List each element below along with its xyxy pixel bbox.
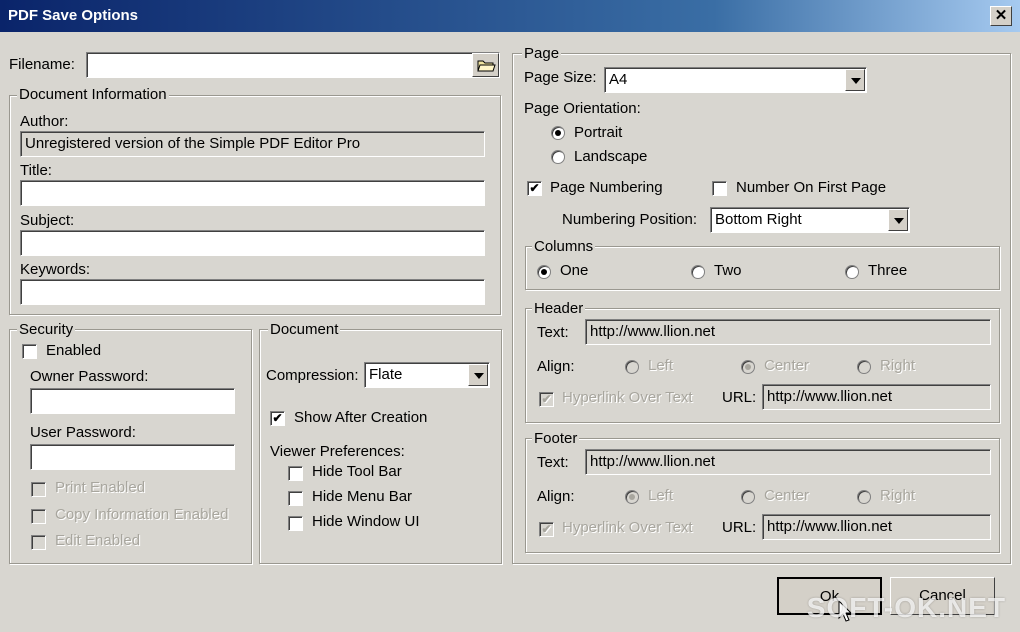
title-bar — [0, 0, 1020, 32]
numbering-position-select[interactable]: Bottom Right — [710, 207, 910, 233]
header-url-input[interactable]: http://www.llion.net — [762, 384, 991, 410]
author-label: Author: — [20, 113, 69, 130]
page-legend: Page — [522, 45, 562, 62]
folder-icon — [476, 60, 496, 72]
print-enabled-label: Print Enabled — [55, 479, 146, 496]
compression-label: Compression: — [266, 367, 359, 384]
security-enabled-checkbox[interactable] — [22, 344, 37, 359]
keywords-input[interactable] — [20, 279, 485, 305]
header-hyperlink-label: Hyperlink Over Text — [562, 389, 693, 406]
close-button[interactable]: ✕ — [990, 6, 1012, 26]
header-legend: Header — [532, 300, 586, 317]
header-align-right-label: Right — [880, 357, 916, 374]
header-align-right-radio[interactable] — [857, 360, 871, 374]
header-text-input[interactable]: http://www.llion.net — [585, 319, 991, 345]
numbering-position-dropdown-arrow-icon[interactable] — [888, 209, 908, 231]
page-size-value: A4 — [609, 71, 628, 88]
footer-align-right-label: Right — [880, 487, 916, 504]
header-align-label: Align: — [537, 358, 575, 375]
footer-hyperlink-checkbox[interactable]: ✔ — [539, 522, 554, 537]
edit-enabled-label: Edit Enabled — [55, 532, 141, 549]
security-enabled-label: Enabled — [46, 342, 102, 359]
hide-menubar-checkbox[interactable] — [288, 491, 303, 506]
header-align-center-radio[interactable] — [741, 360, 755, 374]
page-numbering-label: Page Numbering — [550, 179, 663, 196]
page-numbering-checkbox[interactable]: ✔ — [527, 181, 542, 196]
filename-input[interactable] — [86, 52, 500, 78]
header-url-label: URL: — [722, 389, 757, 406]
copy-information-label: Copy Information Enabled — [55, 506, 229, 523]
document-information-legend: Document Information — [17, 86, 169, 103]
page-orientation-label: Page Orientation: — [524, 100, 641, 117]
landscape-radio[interactable] — [551, 150, 565, 164]
footer-align-right-radio[interactable] — [857, 490, 871, 504]
footer-legend: Footer — [532, 430, 580, 447]
footer-align-label: Align: — [537, 488, 575, 505]
columns-three-radio[interactable] — [845, 265, 859, 279]
hide-toolbar-label: Hide Tool Bar — [312, 463, 402, 480]
footer-text-input[interactable]: http://www.llion.net — [585, 449, 991, 475]
landscape-label: Landscape — [574, 148, 648, 165]
footer-text-label: Text: — [537, 454, 569, 471]
footer-url-label: URL: — [722, 519, 757, 536]
close-icon: ✕ — [994, 7, 1008, 24]
subject-label: Subject: — [20, 212, 75, 229]
watermark-logo: SOFT-OK.NET — [806, 592, 1006, 623]
title-input[interactable] — [20, 180, 485, 206]
compression-select[interactable]: Flate — [364, 362, 490, 388]
owner-password-label: Owner Password: — [30, 368, 149, 385]
show-after-creation-checkbox[interactable]: ✔ — [270, 411, 285, 426]
footer-align-center-label: Center — [764, 487, 810, 504]
copy-information-checkbox[interactable] — [31, 509, 46, 524]
portrait-radio[interactable] — [551, 126, 565, 140]
print-enabled-checkbox[interactable] — [31, 482, 46, 497]
compression-value: Flate — [369, 366, 403, 383]
security-legend: Security — [17, 321, 76, 338]
browse-button[interactable] — [472, 53, 499, 77]
subject-input[interactable] — [20, 230, 485, 256]
title-label: Title: — [20, 162, 52, 179]
header-text-label: Text: — [537, 324, 569, 341]
portrait-label: Portrait — [574, 124, 623, 141]
user-password-input[interactable] — [30, 444, 235, 470]
footer-url-input[interactable]: http://www.llion.net — [762, 514, 991, 540]
footer-align-left-radio[interactable] — [625, 490, 639, 504]
user-password-label: User Password: — [30, 424, 136, 441]
window-title: PDF Save Options — [8, 7, 139, 24]
header-align-left-label: Left — [648, 357, 674, 374]
owner-password-input[interactable] — [30, 388, 235, 414]
footer-align-center-radio[interactable] — [741, 490, 755, 504]
page-size-select[interactable]: A4 — [604, 67, 867, 93]
number-on-first-page-label: Number On First Page — [736, 179, 887, 196]
number-on-first-page-checkbox[interactable] — [712, 181, 727, 196]
header-align-center-label: Center — [764, 357, 810, 374]
page-size-dropdown-arrow-icon[interactable] — [845, 69, 865, 91]
keywords-label: Keywords: — [20, 261, 91, 278]
edit-enabled-checkbox[interactable] — [31, 535, 46, 550]
columns-two-label: Two — [714, 262, 742, 279]
viewer-preferences-label: Viewer Preferences: — [270, 443, 405, 460]
page-size-label: Page Size: — [524, 69, 597, 86]
numbering-position-label: Numbering Position: — [562, 211, 698, 228]
document-legend: Document — [268, 321, 341, 338]
columns-group — [525, 246, 1000, 290]
columns-one-radio[interactable] — [537, 265, 551, 279]
hide-windowui-checkbox[interactable] — [288, 516, 303, 531]
numbering-position-value: Bottom Right — [715, 211, 802, 228]
footer-align-left-label: Left — [648, 487, 674, 504]
filename-label: Filename: — [9, 56, 75, 73]
header-align-left-radio[interactable] — [625, 360, 639, 374]
columns-two-radio[interactable] — [691, 265, 705, 279]
columns-three-label: Three — [868, 262, 908, 279]
show-after-creation-label: Show After Creation — [294, 409, 428, 426]
footer-hyperlink-label: Hyperlink Over Text — [562, 519, 693, 536]
columns-one-label: One — [560, 262, 589, 279]
author-field[interactable]: Unregistered version of the Simple PDF E… — [20, 131, 485, 157]
compression-dropdown-arrow-icon[interactable] — [468, 364, 488, 386]
hide-toolbar-checkbox[interactable] — [288, 466, 303, 481]
header-hyperlink-checkbox[interactable]: ✔ — [539, 392, 554, 407]
hide-menubar-label: Hide Menu Bar — [312, 488, 413, 505]
hide-windowui-label: Hide Window UI — [312, 513, 420, 530]
columns-legend: Columns — [532, 238, 596, 255]
